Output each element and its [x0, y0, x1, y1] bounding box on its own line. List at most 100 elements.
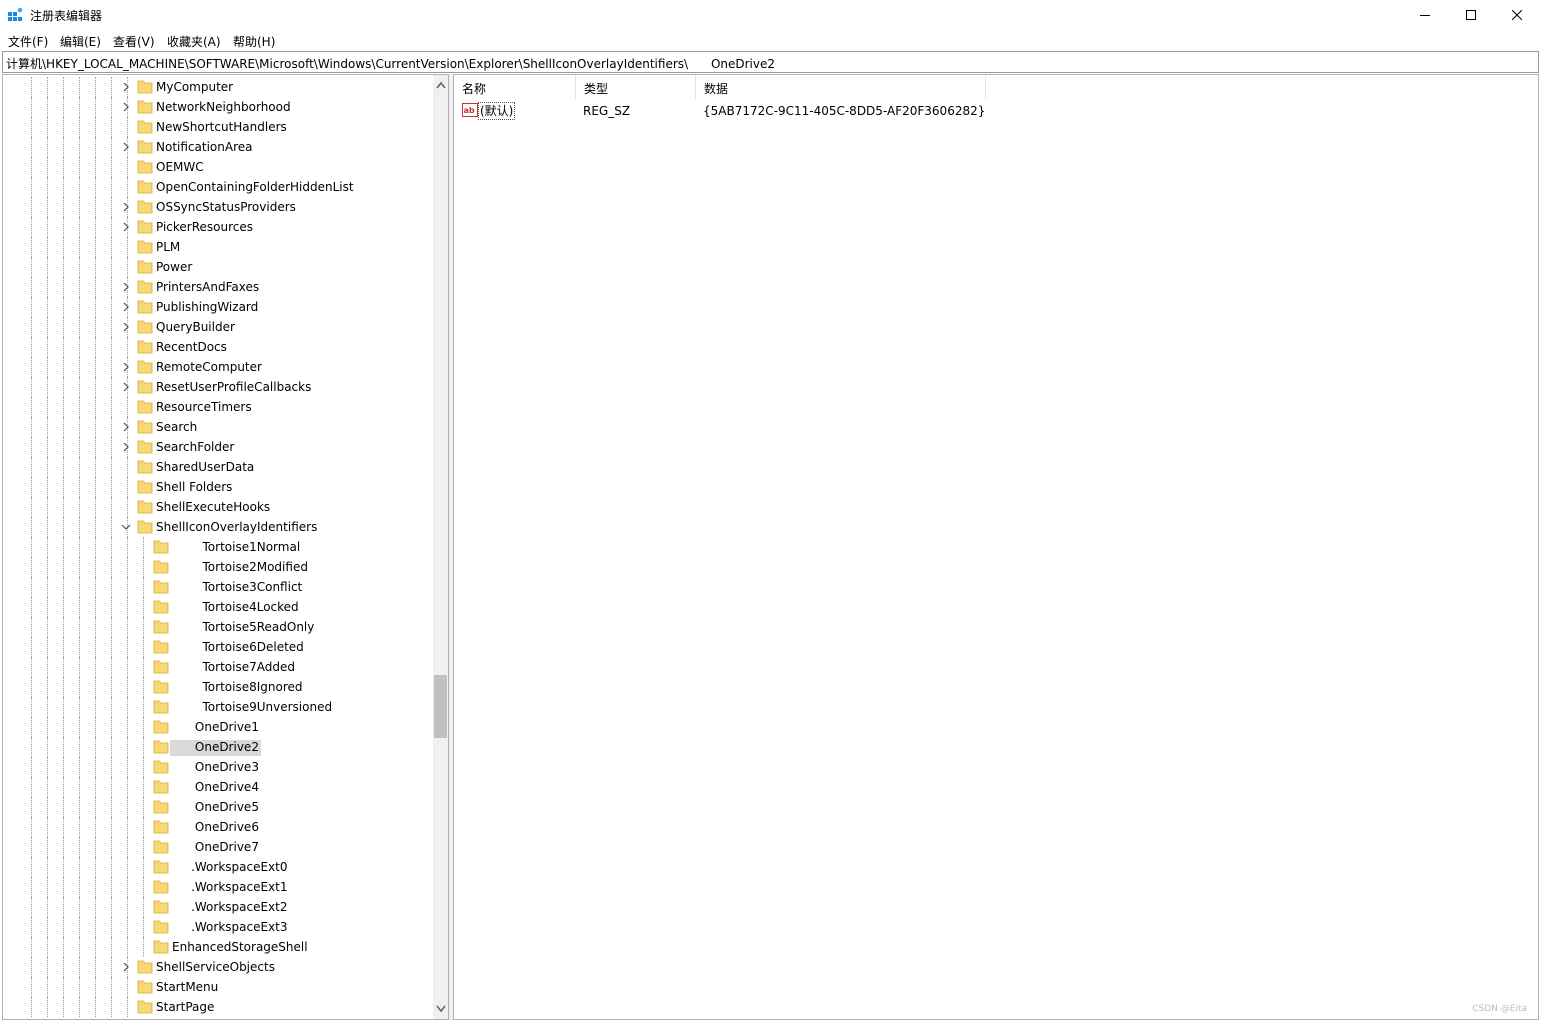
tree-item[interactable]: .WorkspaceExt3	[3, 917, 433, 937]
tree-item[interactable]: EnhancedStorageShell	[3, 937, 433, 957]
tree-item[interactable]: Power	[3, 257, 433, 277]
tree-item-label[interactable]: Tortoise3Conflict	[170, 580, 304, 596]
tree-item[interactable]: PLM	[3, 237, 433, 257]
tree-item-label[interactable]: Tortoise9Unversioned	[170, 700, 334, 716]
tree-item-label[interactable]: OneDrive3	[170, 760, 261, 776]
chevron-right-icon[interactable]	[121, 442, 131, 452]
tree-item-label[interactable]: NotificationArea	[154, 140, 254, 156]
scroll-down-icon[interactable]	[436, 1005, 446, 1013]
tree-item-label[interactable]: Search	[154, 420, 199, 436]
scroll-thumb[interactable]	[434, 675, 447, 738]
tree-item[interactable]: Tortoise9Unversioned	[3, 697, 433, 717]
value-list[interactable]: 名称 类型 数据 ab (默认) REG_SZ {5AB7172C-9C11-4…	[453, 74, 1539, 1020]
tree-item-label[interactable]: Shell Folders	[154, 480, 234, 496]
chevron-right-icon[interactable]	[121, 202, 131, 212]
menu-file[interactable]: 文件(F)	[8, 33, 48, 50]
tree-item[interactable]: StartPage	[3, 997, 433, 1017]
tree-item-label[interactable]: Tortoise1Normal	[170, 540, 302, 556]
maximize-button[interactable]	[1448, 0, 1494, 30]
tree-item[interactable]: OneDrive2	[3, 737, 433, 757]
chevron-right-icon[interactable]	[121, 362, 131, 372]
tree-item-label[interactable]: MyComputer	[154, 80, 235, 96]
menu-favorites[interactable]: 收藏夹(A)	[167, 33, 221, 50]
tree-item[interactable]: OneDrive4	[3, 777, 433, 797]
tree-item-label[interactable]: NewShortcutHandlers	[154, 120, 289, 136]
tree-item[interactable]: Tortoise3Conflict	[3, 577, 433, 597]
tree-item-label[interactable]: NetworkNeighborhood	[154, 100, 293, 116]
tree-item-label[interactable]: PLM	[154, 240, 182, 256]
tree-item[interactable]: PublishingWizard	[3, 297, 433, 317]
menu-help[interactable]: 帮助(H)	[233, 33, 275, 50]
tree-item-label[interactable]: OneDrive2	[170, 740, 261, 756]
tree-item[interactable]: .WorkspaceExt0	[3, 857, 433, 877]
column-data-header[interactable]: 数据	[696, 75, 986, 99]
tree-item-label[interactable]: .WorkspaceExt0	[170, 860, 290, 876]
tree-item-label[interactable]: PickerResources	[154, 220, 255, 236]
tree-item[interactable]: OneDrive3	[3, 757, 433, 777]
tree-item-label[interactable]: ResourceTimers	[154, 400, 254, 416]
tree-item[interactable]: OSSyncStatusProviders	[3, 197, 433, 217]
tree-item[interactable]: Tortoise2Modified	[3, 557, 433, 577]
tree-item-label[interactable]: .WorkspaceExt3	[170, 920, 290, 936]
chevron-right-icon[interactable]	[121, 142, 131, 152]
tree-item[interactable]: ShellExecuteHooks	[3, 497, 433, 517]
tree-item-label[interactable]: EnhancedStorageShell	[170, 940, 310, 956]
key-tree[interactable]: MyComputer NetworkNeighborhood NewShortcut…	[2, 74, 449, 1020]
tree-item-label[interactable]: Tortoise4Locked	[170, 600, 301, 616]
tree-item-label[interactable]: StartPage	[154, 1000, 216, 1016]
chevron-right-icon[interactable]	[121, 82, 131, 92]
address-bar[interactable]: 计算机\HKEY_LOCAL_MACHINE\SOFTWARE\Microsof…	[2, 51, 1539, 73]
tree-item-label[interactable]: StartMenu	[154, 980, 220, 996]
chevron-right-icon[interactable]	[121, 962, 131, 972]
tree-item[interactable]: RemoteComputer	[3, 357, 433, 377]
close-button[interactable]	[1494, 0, 1540, 30]
tree-item[interactable]: Tortoise4Locked	[3, 597, 433, 617]
tree-item[interactable]: OEMWC	[3, 157, 433, 177]
column-name-header[interactable]: 名称	[454, 75, 576, 99]
tree-item-label[interactable]: OneDrive5	[170, 800, 261, 816]
tree-item-label[interactable]: PrintersAndFaxes	[154, 280, 261, 296]
tree-item-label[interactable]: ResetUserProfileCallbacks	[154, 380, 313, 396]
tree-item[interactable]: OpenContainingFolderHiddenList	[3, 177, 433, 197]
tree-item-label[interactable]: PublishingWizard	[154, 300, 260, 316]
tree-item[interactable]: StartMenu	[3, 977, 433, 997]
tree-item[interactable]: OneDrive1	[3, 717, 433, 737]
tree-item-label[interactable]: .WorkspaceExt1	[170, 880, 290, 896]
chevron-right-icon[interactable]	[121, 282, 131, 292]
tree-item[interactable]: NetworkNeighborhood	[3, 97, 433, 117]
tree-item[interactable]: PrintersAndFaxes	[3, 277, 433, 297]
tree-item[interactable]: OneDrive6	[3, 817, 433, 837]
tree-item[interactable]: PickerResources	[3, 217, 433, 237]
tree-item-label[interactable]: QueryBuilder	[154, 320, 237, 336]
tree-item-label[interactable]: ShellExecuteHooks	[154, 500, 272, 516]
tree-item-label[interactable]: SharedUserData	[154, 460, 256, 476]
tree-item-label[interactable]: Tortoise2Modified	[170, 560, 310, 576]
tree-item[interactable]: RecentDocs	[3, 337, 433, 357]
tree-item-label[interactable]: OneDrive4	[170, 780, 261, 796]
tree-item[interactable]: Tortoise7Added	[3, 657, 433, 677]
tree-item-label[interactable]: .WorkspaceExt2	[170, 900, 290, 916]
chevron-right-icon[interactable]	[121, 222, 131, 232]
menu-view[interactable]: 查看(V)	[113, 33, 155, 50]
column-type-header[interactable]: 类型	[576, 75, 696, 99]
tree-item-label[interactable]: SearchFolder	[154, 440, 236, 456]
chevron-right-icon[interactable]	[121, 382, 131, 392]
tree-item[interactable]: .WorkspaceExt2	[3, 897, 433, 917]
menu-edit[interactable]: 编辑(E)	[60, 33, 101, 50]
tree-item[interactable]: OneDrive5	[3, 797, 433, 817]
tree-item[interactable]: NotificationArea	[3, 137, 433, 157]
chevron-right-icon[interactable]	[121, 322, 131, 332]
tree-item-label[interactable]: OneDrive6	[170, 820, 261, 836]
tree-item-label[interactable]: ShellServiceObjects	[154, 960, 277, 976]
tree-item-label[interactable]: Power	[154, 260, 194, 276]
tree-item-label[interactable]: Tortoise5ReadOnly	[170, 620, 316, 636]
tree-item-label[interactable]: Tortoise6Deleted	[170, 640, 306, 656]
tree-item[interactable]: Shell Folders	[3, 477, 433, 497]
tree-item[interactable]: Tortoise6Deleted	[3, 637, 433, 657]
address-path[interactable]: 计算机\HKEY_LOCAL_MACHINE\SOFTWARE\Microsof…	[6, 55, 775, 72]
chevron-down-icon[interactable]	[121, 522, 131, 532]
tree-item[interactable]: QueryBuilder	[3, 317, 433, 337]
tree-item-label[interactable]: OEMWC	[154, 160, 206, 176]
scroll-up-icon[interactable]	[436, 81, 446, 89]
chevron-right-icon[interactable]	[121, 422, 131, 432]
